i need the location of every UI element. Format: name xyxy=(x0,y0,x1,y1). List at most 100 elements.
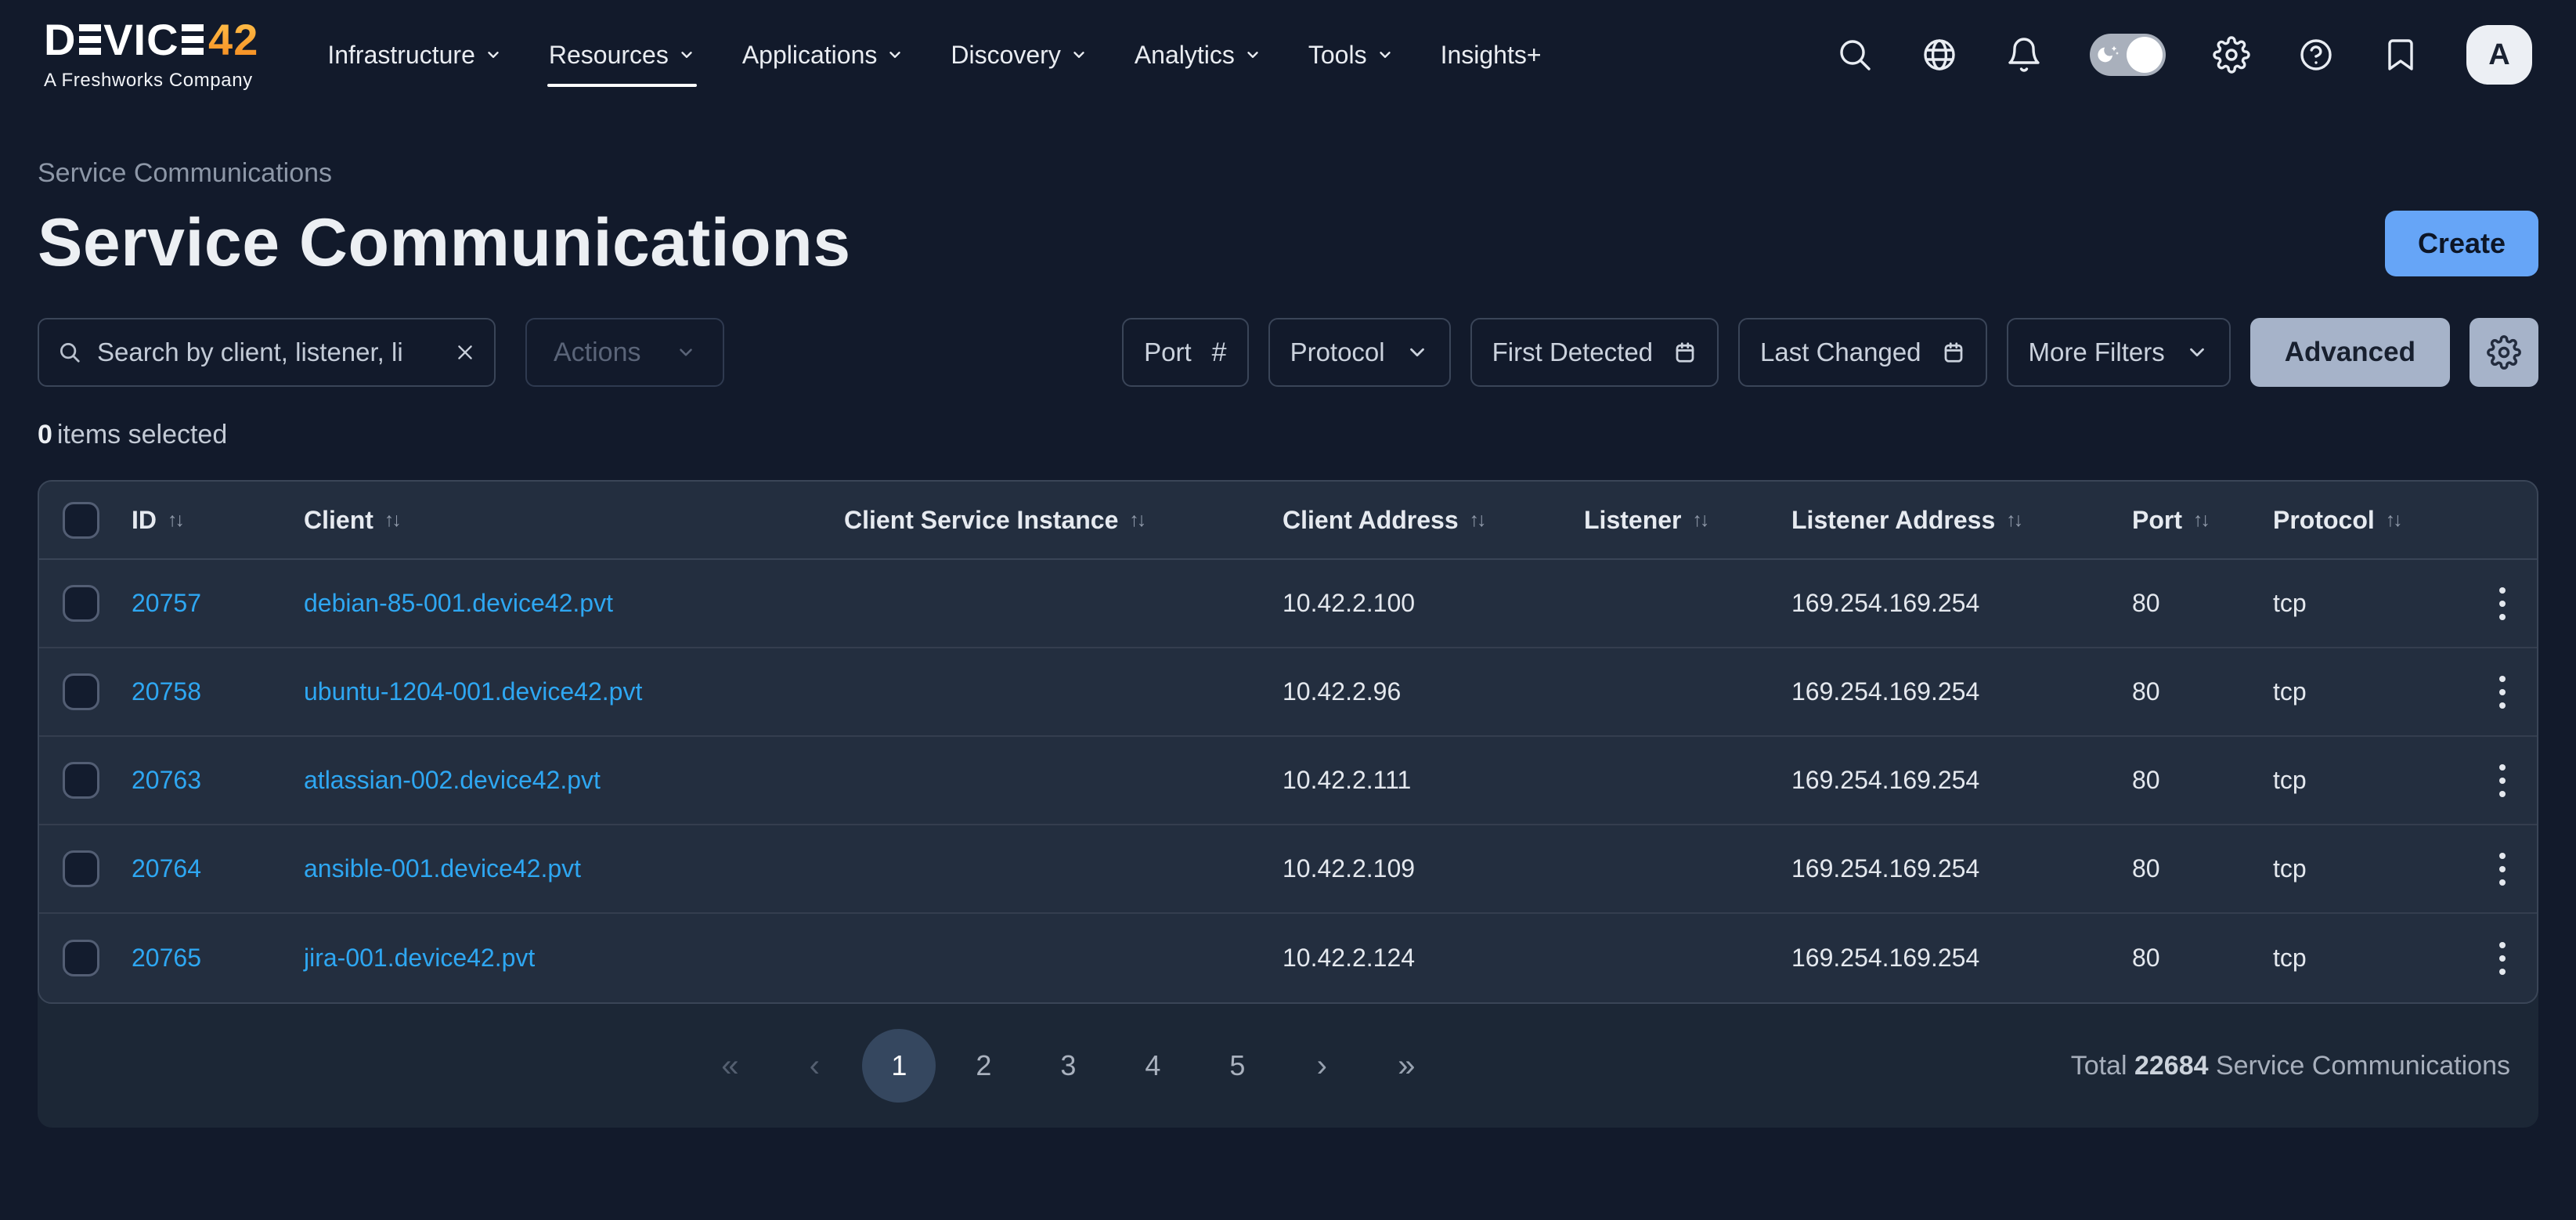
advanced-button[interactable]: Advanced xyxy=(2250,318,2450,387)
globe-icon[interactable] xyxy=(1921,36,1958,74)
cell-listener-address: 169.254.169.254 xyxy=(1791,589,2132,618)
row-menu-kebab-icon[interactable] xyxy=(2491,760,2513,802)
cell-id-link[interactable]: 20758 xyxy=(132,677,304,706)
filter-protocol[interactable]: Protocol xyxy=(1268,318,1451,387)
row-checkbox[interactable] xyxy=(63,762,99,799)
table-header-row: ID↑↓ Client↑↓ Client Service Instance↑↓ … xyxy=(39,482,2537,560)
nav-item-analytics[interactable]: Analytics xyxy=(1133,28,1263,82)
user-avatar[interactable]: A xyxy=(2466,25,2532,85)
cell-port: 80 xyxy=(2132,766,2273,795)
column-header-protocol[interactable]: Protocol↑↓ xyxy=(2273,506,2453,535)
filter-last-changed[interactable]: Last Changed xyxy=(1738,318,1987,387)
nav-item-infrastructure[interactable]: Infrastructure xyxy=(326,28,503,82)
pagination-page-4[interactable]: 4 xyxy=(1116,1029,1189,1103)
bookmark-icon[interactable] xyxy=(2382,36,2419,74)
pagination: « ‹ 1 2 3 4 5 › » xyxy=(693,1029,1443,1103)
create-button[interactable]: Create xyxy=(2385,211,2538,276)
chevron-down-icon xyxy=(1405,341,1429,364)
cell-client-link[interactable]: ansible-001.device42.pvt xyxy=(304,854,844,883)
pagination-next-icon[interactable]: › xyxy=(1285,1029,1358,1103)
table-settings-button[interactable] xyxy=(2470,318,2538,387)
nav-item-discovery[interactable]: Discovery xyxy=(949,28,1088,82)
search-icon[interactable] xyxy=(1836,36,1874,74)
row-checkbox[interactable] xyxy=(63,850,99,887)
nav-item-label: Insights+ xyxy=(1441,41,1542,70)
logo-stylized-e-icon xyxy=(79,24,101,55)
column-label: Client Service Instance xyxy=(844,506,1118,535)
filter-label: Last Changed xyxy=(1760,337,1921,367)
row-menu-kebab-icon[interactable] xyxy=(2491,583,2513,625)
settings-gear-icon[interactable] xyxy=(2213,36,2250,74)
column-header-id[interactable]: ID↑↓ xyxy=(132,506,304,535)
column-header-client-service-instance[interactable]: Client Service Instance↑↓ xyxy=(844,506,1283,535)
filter-label: First Detected xyxy=(1492,337,1653,367)
cell-client-link[interactable]: jira-001.device42.pvt xyxy=(304,944,844,973)
cell-id-link[interactable]: 20757 xyxy=(132,589,304,618)
cell-id-link[interactable]: 20765 xyxy=(132,944,304,973)
cell-client-link[interactable]: ubuntu-1204-001.device42.pvt xyxy=(304,677,844,706)
total-count: 22684 xyxy=(2134,1051,2209,1081)
cell-port: 80 xyxy=(2132,589,2273,618)
row-menu-kebab-icon[interactable] xyxy=(2491,848,2513,890)
cell-client-link[interactable]: atlassian-002.device42.pvt xyxy=(304,766,844,795)
pagination-page-1[interactable]: 1 xyxy=(862,1029,936,1103)
column-header-listener-address[interactable]: Listener Address↑↓ xyxy=(1791,506,2132,535)
row-menu-kebab-icon[interactable] xyxy=(2491,937,2513,980)
toolbar: Actions Port # Protocol First Detected L… xyxy=(38,318,2538,387)
column-header-client-address[interactable]: Client Address ↑↓ xyxy=(1283,506,1584,535)
cell-id-link[interactable]: 20764 xyxy=(132,854,304,883)
row-checkbox[interactable] xyxy=(63,940,99,976)
filter-port[interactable]: Port # xyxy=(1122,318,1248,387)
pagination-page-3[interactable]: 3 xyxy=(1031,1029,1105,1103)
sort-icon: ↑↓ xyxy=(1470,509,1485,532)
pagination-first-icon[interactable]: « xyxy=(693,1029,767,1103)
cell-protocol: tcp xyxy=(2273,589,2453,618)
dark-mode-toggle[interactable] xyxy=(2090,34,2166,76)
help-icon[interactable] xyxy=(2297,36,2335,74)
row-menu-kebab-icon[interactable] xyxy=(2491,671,2513,713)
column-label: Client Address xyxy=(1283,506,1459,535)
column-header-client[interactable]: Client↑↓ xyxy=(304,506,844,535)
logo-42: 42 xyxy=(208,18,258,62)
breadcrumb[interactable]: Service Communications xyxy=(38,158,332,189)
total-prefix: Total xyxy=(2071,1051,2127,1081)
row-checkbox[interactable] xyxy=(63,673,99,710)
nav-item-label: Discovery xyxy=(951,41,1060,70)
nav-item-resources[interactable]: Resources xyxy=(547,28,697,82)
clear-search-icon[interactable] xyxy=(455,342,475,363)
nav-item-insights-plus[interactable]: Insights+ xyxy=(1439,28,1543,82)
nav-item-applications[interactable]: Applications xyxy=(741,28,906,82)
selection-summary: 0items selected xyxy=(38,420,2538,450)
table-row: 20757 debian-85-001.device42.pvt 10.42.2… xyxy=(39,560,2537,648)
pagination-page-5[interactable]: 5 xyxy=(1200,1029,1274,1103)
notifications-bell-icon[interactable] xyxy=(2005,36,2043,74)
table-footer: « ‹ 1 2 3 4 5 › » Total 22684 Service Co… xyxy=(38,1004,2538,1128)
row-checkbox[interactable] xyxy=(63,585,99,622)
search-input[interactable] xyxy=(96,337,441,368)
service-communications-table-card: ID↑↓ Client↑↓ Client Service Instance↑↓ … xyxy=(38,480,2538,1128)
cell-protocol: tcp xyxy=(2273,944,2453,973)
sort-icon: ↑↓ xyxy=(2386,509,2401,532)
column-header-port[interactable]: Port↑↓ xyxy=(2132,506,2273,535)
actions-dropdown[interactable]: Actions xyxy=(525,318,724,387)
filter-more-filters[interactable]: More Filters xyxy=(2007,318,2231,387)
column-header-listener[interactable]: Listener↑↓ xyxy=(1584,506,1791,535)
chevron-down-icon xyxy=(1376,46,1394,63)
pagination-page-2[interactable]: 2 xyxy=(947,1029,1020,1103)
logo-letters-vic: VIC xyxy=(103,18,179,62)
cell-id-link[interactable]: 20763 xyxy=(132,766,304,795)
pagination-prev-icon[interactable]: ‹ xyxy=(777,1029,851,1103)
filter-label: More Filters xyxy=(2029,337,2165,367)
cell-client-address: 10.42.2.100 xyxy=(1283,589,1584,618)
cell-client-address: 10.42.2.96 xyxy=(1283,677,1584,706)
main-menu: Infrastructure Resources Applications Di… xyxy=(326,28,1542,82)
filter-first-detected[interactable]: First Detected xyxy=(1470,318,1719,387)
select-all-checkbox[interactable] xyxy=(63,502,99,539)
cell-client-link[interactable]: debian-85-001.device42.pvt xyxy=(304,589,844,618)
search-box[interactable] xyxy=(38,318,496,387)
pagination-last-icon[interactable]: » xyxy=(1369,1029,1443,1103)
device42-logo[interactable]: DVIC42 A Freshworks Company xyxy=(44,18,258,92)
cell-protocol: tcp xyxy=(2273,766,2453,795)
nav-item-label: Tools xyxy=(1308,41,1367,70)
nav-item-tools[interactable]: Tools xyxy=(1307,28,1395,82)
